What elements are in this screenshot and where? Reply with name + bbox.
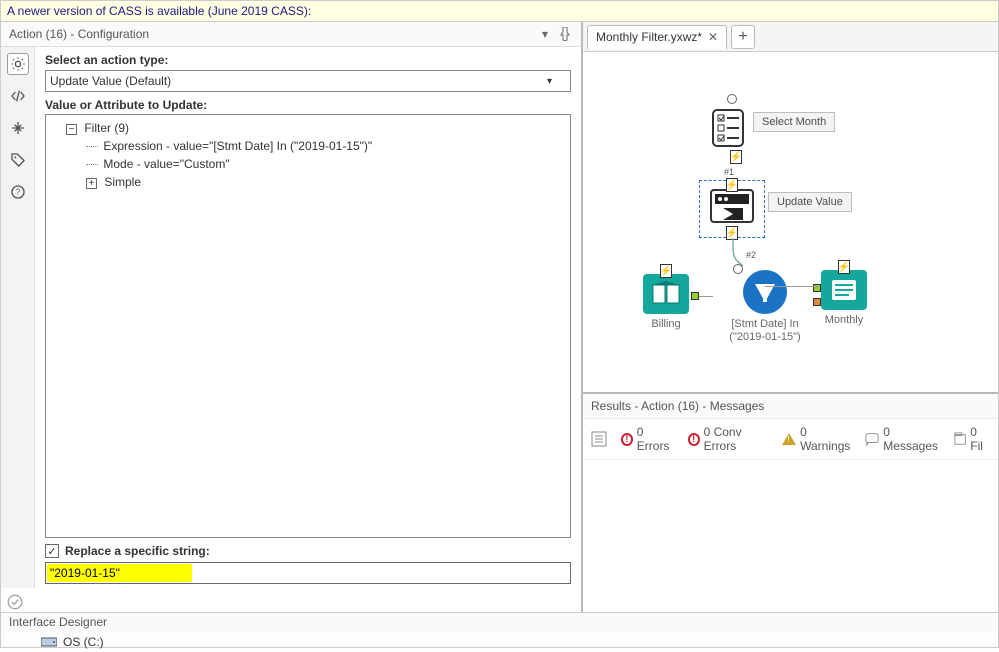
errors-count: 0 Errors — [637, 425, 674, 453]
tree-expand-icon[interactable]: + — [86, 178, 97, 189]
drive-label: OS (C:) — [63, 635, 104, 649]
action-type-value: Update Value (Default) — [50, 74, 171, 88]
drive-row[interactable]: OS (C:) — [1, 632, 998, 652]
tree-node-simple[interactable]: + Simple — [52, 173, 564, 191]
anchor-q-icon — [733, 264, 743, 274]
tree-node-label: Simple — [104, 175, 141, 189]
tree-connector — [86, 164, 98, 165]
anchor-q-icon — [727, 94, 737, 104]
interface-designer-bar[interactable]: Interface Designer — [1, 612, 998, 632]
tree-node-label: Filter (9) — [84, 121, 129, 135]
cass-update-banner: A newer version of CASS is available (Ju… — [1, 1, 998, 22]
tree-node-mode[interactable]: Mode - value="Custom" — [52, 155, 564, 173]
tool-filter[interactable]: [Stmt Date] In ("2019-01-15") — [715, 270, 815, 344]
chevron-down-icon: ▾ — [547, 76, 552, 87]
arrows-icon[interactable] — [7, 117, 29, 139]
tree-collapse-icon[interactable]: − — [66, 124, 77, 135]
results-warnings[interactable]: 0 Warnings — [782, 425, 851, 453]
validate-ok-icon — [5, 592, 25, 612]
connector — [765, 286, 819, 287]
tree-node-label: Mode - value="Custom" — [103, 157, 229, 171]
files-count: 0 Fil — [970, 425, 990, 453]
results-panel: Results - Action (16) - Messages ! 0 Err… — [583, 392, 998, 612]
tool-label: Monthly — [825, 314, 864, 327]
bolt-icon: ⚡ — [730, 150, 742, 164]
results-conv-errors[interactable]: ! 0 Conv Errors — [688, 425, 768, 453]
tool-output-monthly[interactable]: ⚡ Monthly — [821, 270, 867, 327]
hash1-label: #1 — [724, 167, 734, 177]
bolt-icon: ⚡ — [838, 260, 850, 274]
xml-icon[interactable] — [7, 85, 29, 107]
messages-count: 0 Messages — [883, 425, 940, 453]
close-icon[interactable]: ✕ — [708, 30, 718, 44]
drive-icon — [41, 636, 57, 648]
workflow-tab-bar: Monthly Filter.yxwz* ✕ + — [583, 22, 998, 52]
help-icon[interactable]: ? — [7, 181, 29, 203]
action-type-label: Select an action type: — [45, 53, 571, 67]
results-menu-icon[interactable] — [591, 431, 607, 447]
workflow-canvas[interactable]: ⚡ Select Month #1 ⚡ ⚡ Update Value — [583, 52, 998, 392]
action-type-select[interactable]: Update Value (Default) ▾ — [45, 70, 571, 92]
svg-text:?: ? — [15, 188, 20, 197]
hash2-label: #2 — [746, 250, 756, 260]
replace-label: Replace a specific string: — [65, 544, 210, 558]
config-panel-header: Action (16) - Configuration ▾ — [1, 22, 581, 47]
tool-input-billing[interactable]: ⚡ Billing — [643, 274, 689, 331]
gear-icon[interactable] — [7, 53, 29, 75]
annotation-select-month: Select Month — [753, 112, 835, 132]
warnings-count: 0 Warnings — [800, 425, 851, 453]
tree-label: Value or Attribute to Update: — [45, 98, 571, 112]
config-panel: Action (16) - Configuration ▾ — [1, 22, 583, 612]
new-tab-button[interactable]: + — [731, 25, 755, 49]
replace-string-input[interactable] — [45, 562, 571, 584]
replace-checkbox[interactable]: ✓ — [45, 544, 59, 558]
conv-errors-count: 0 Conv Errors — [704, 425, 769, 453]
bolt-icon: ⚡ — [660, 264, 672, 278]
tool-label: [Stmt Date] In ("2019-01-15") — [715, 318, 815, 344]
results-title: Results - Action (16) - Messages — [583, 394, 998, 419]
tab-monthly-filter[interactable]: Monthly Filter.yxwz* ✕ — [587, 25, 727, 49]
results-files[interactable]: 0 Fil — [954, 425, 990, 453]
tool-list-box[interactable] — [709, 108, 755, 148]
annotation-update-value: Update Value — [768, 192, 852, 212]
config-tree[interactable]: − Filter (9) Expression - value="[Stmt D… — [45, 114, 571, 538]
output-anchor — [691, 292, 699, 300]
pin-icon[interactable] — [557, 26, 573, 42]
connector — [699, 296, 713, 297]
collapse-chevron-icon[interactable]: ▾ — [537, 26, 553, 42]
anchor-f — [813, 298, 821, 306]
tool-action-update-value[interactable]: ⚡ ⚡ — [709, 186, 755, 226]
results-toolbar: ! 0 Errors ! 0 Conv Errors 0 Warnings 0 … — [583, 419, 998, 460]
config-panel-title: Action (16) - Configuration — [9, 27, 149, 41]
tool-label: Billing — [651, 318, 680, 331]
config-form: Select an action type: Update Value (Def… — [35, 47, 581, 588]
tree-node-filter[interactable]: − Filter (9) — [52, 119, 564, 137]
tree-node-expression[interactable]: Expression - value="[Stmt Date] In ("201… — [52, 137, 564, 155]
tree-node-label: Expression - value="[Stmt Date] In ("201… — [103, 139, 372, 153]
tree-connector — [86, 146, 98, 147]
results-messages[interactable]: 0 Messages — [865, 425, 940, 453]
results-errors[interactable]: ! 0 Errors — [621, 425, 674, 453]
tab-label: Monthly Filter.yxwz* — [596, 30, 702, 44]
tag-icon[interactable] — [7, 149, 29, 171]
bolt-icon: ⚡ — [726, 178, 738, 192]
config-icon-rail: ? — [1, 47, 35, 588]
